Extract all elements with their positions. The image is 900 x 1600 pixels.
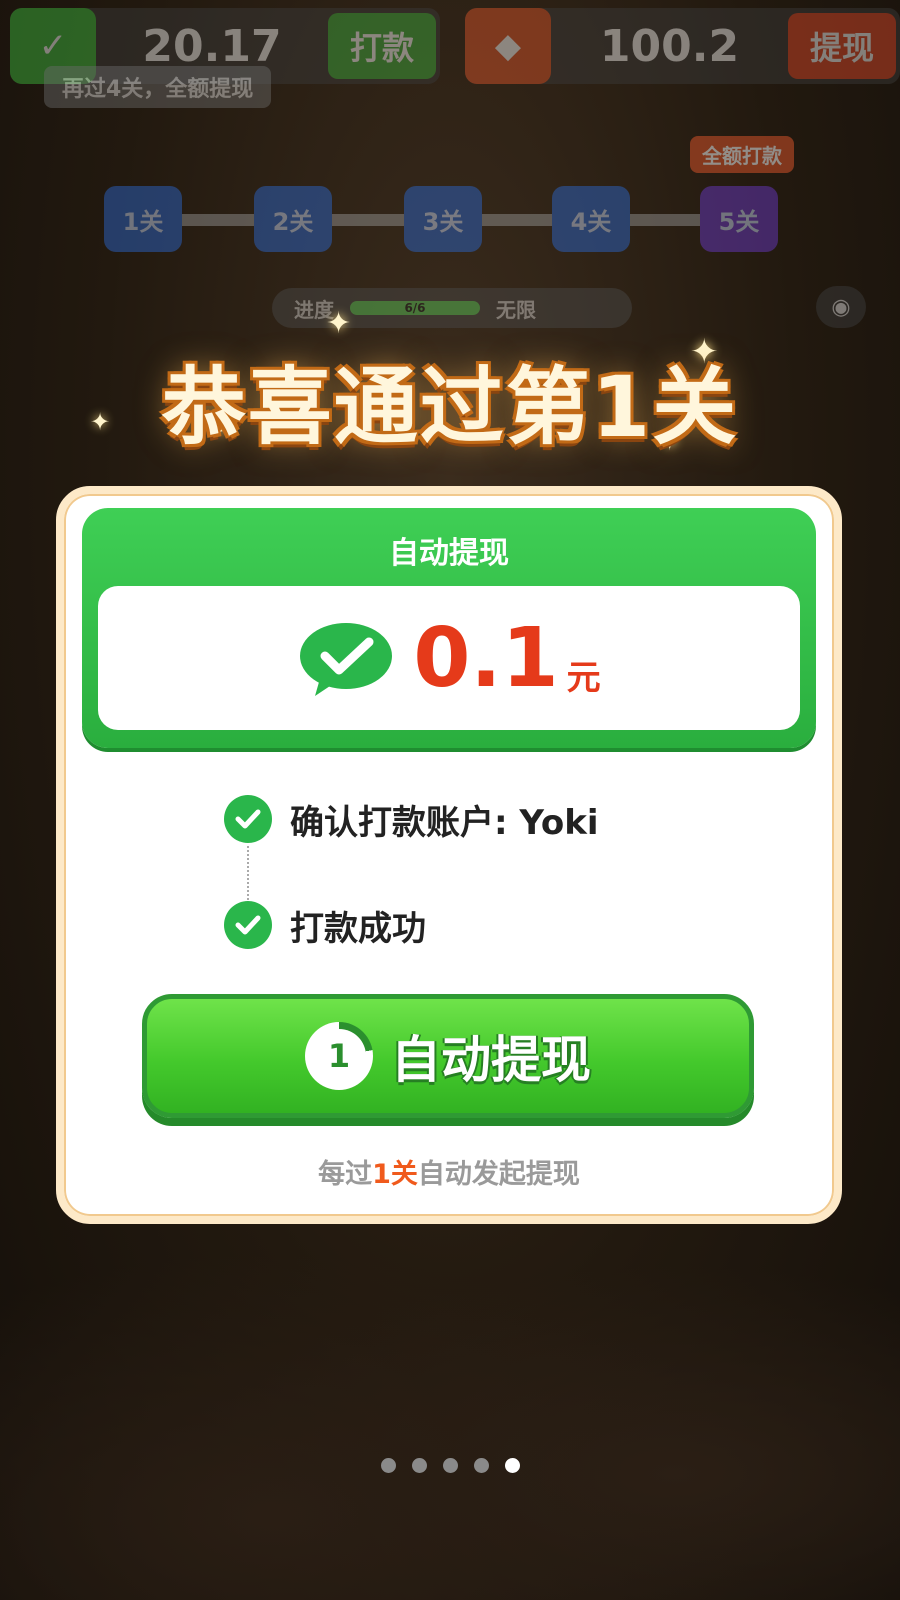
footnote-suffix: 自动发起提现	[417, 1159, 580, 1190]
step-label: 打款成功	[290, 908, 426, 949]
sparkle-icon: ✦	[326, 306, 352, 341]
cash-wallet: ◆ 100.2 提现	[465, 8, 900, 84]
amount-box: 0.1 元	[98, 586, 800, 730]
wechat-pay-icon	[300, 623, 393, 696]
level-node-4: 4关	[552, 186, 630, 252]
footnote: 每过1关自动发起提现	[64, 1152, 834, 1191]
camera-icon[interactable]: ◉	[816, 286, 866, 328]
unlimited-label: 无限	[496, 297, 536, 322]
withdraw-panel: 自动提现 0.1 元	[82, 508, 816, 748]
level-hint: 再过4关，全额提现	[44, 66, 272, 108]
footnote-prefix: 每过	[318, 1159, 373, 1190]
wechat-balance: 20.17	[142, 20, 282, 72]
auto-withdraw-label: 自动提现	[391, 1031, 591, 1089]
footnote-highlight: 1关	[372, 1159, 418, 1190]
countdown-ring-icon: 1	[305, 1022, 373, 1090]
progress-bar: 6/6	[350, 301, 480, 315]
panel-title: 自动提现	[389, 536, 509, 571]
auto-withdraw-button[interactable]: 1 自动提现	[142, 994, 754, 1118]
level-track: 1关 2关 3关 4关 5关	[104, 186, 784, 252]
page-dot[interactable]	[473, 1458, 489, 1473]
step-confirm-account: 确认打款账户: Yoki	[224, 794, 599, 900]
level-node-3: 3关	[404, 186, 482, 252]
background-scene	[0, 1180, 900, 1600]
celebration-title: 恭喜通过第1关	[161, 358, 739, 456]
withdraw-button[interactable]: 提现	[787, 13, 896, 79]
countdown-number: 1	[312, 1029, 366, 1083]
level-node-5: 5关	[700, 186, 778, 252]
step-label: 确认打款账户: Yoki	[290, 802, 599, 843]
withdraw-amount: 0.1	[413, 610, 559, 706]
cash-balance: 100.2	[599, 20, 740, 72]
level-node-1: 1关	[104, 186, 182, 252]
page-dot[interactable]	[411, 1458, 427, 1473]
step-payment-success: 打款成功	[224, 900, 599, 950]
withdraw-card: 自动提现 0.1 元 确认打款账户: Yoki 打款成功 1 自动提现 每过1关…	[56, 486, 842, 1224]
transfer-button[interactable]: 打款	[327, 13, 436, 79]
full-payment-tag: 全额打款	[690, 136, 794, 173]
page-dot[interactable]	[442, 1458, 458, 1473]
step-connector	[247, 846, 249, 900]
page-dot[interactable]	[380, 1458, 396, 1473]
check-icon	[224, 901, 272, 949]
page-dot-active[interactable]	[504, 1458, 520, 1473]
amount-unit: 元	[566, 657, 601, 698]
check-icon	[224, 795, 272, 843]
page-indicator	[0, 1458, 900, 1473]
level-node-2: 2关	[254, 186, 332, 252]
status-steps: 确认打款账户: Yoki 打款成功	[224, 794, 599, 950]
red-envelope-icon: ◆	[465, 8, 551, 84]
